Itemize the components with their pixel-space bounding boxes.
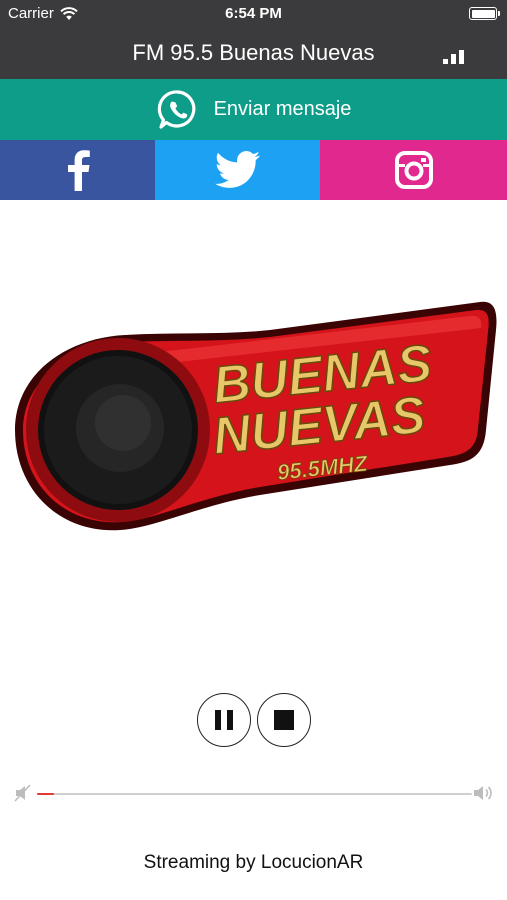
facebook-icon <box>67 150 90 191</box>
instagram-button[interactable] <box>320 140 507 200</box>
pause-icon <box>215 710 233 730</box>
app-title: FM 95.5 Buenas Nuevas <box>132 40 375 65</box>
station-logo: BUENAS NUEVAS 95.5MHZ <box>15 301 497 531</box>
stop-icon <box>274 710 294 730</box>
instagram-icon <box>394 151 433 189</box>
volume-slider-fill <box>37 793 55 795</box>
facebook-button[interactable] <box>0 140 155 200</box>
whatsapp-label: Enviar mensaje <box>213 98 352 120</box>
streaming-credit: Streaming by LocucionAR <box>143 852 364 873</box>
signal-bars-icon[interactable] <box>443 50 469 64</box>
volume-max-icon <box>474 786 492 800</box>
status-bar: Carrier 6:54 PM <box>0 0 507 28</box>
whatsapp-message-button[interactable]: Enviar mensaje <box>0 79 507 140</box>
stop-button[interactable] <box>257 693 311 747</box>
twitter-icon <box>214 151 260 188</box>
player-controls <box>0 693 507 749</box>
whatsapp-icon <box>157 89 195 129</box>
clock: 6:54 PM <box>225 5 282 22</box>
social-buttons <box>0 140 507 200</box>
battery-icon <box>469 7 500 20</box>
volume-mute-icon <box>14 784 31 802</box>
navigation-bar: FM 95.5 Buenas Nuevas <box>0 28 507 79</box>
volume-slider[interactable] <box>37 793 472 795</box>
twitter-button[interactable] <box>155 140 320 200</box>
pause-button[interactable] <box>197 693 251 747</box>
volume-control <box>0 780 507 810</box>
